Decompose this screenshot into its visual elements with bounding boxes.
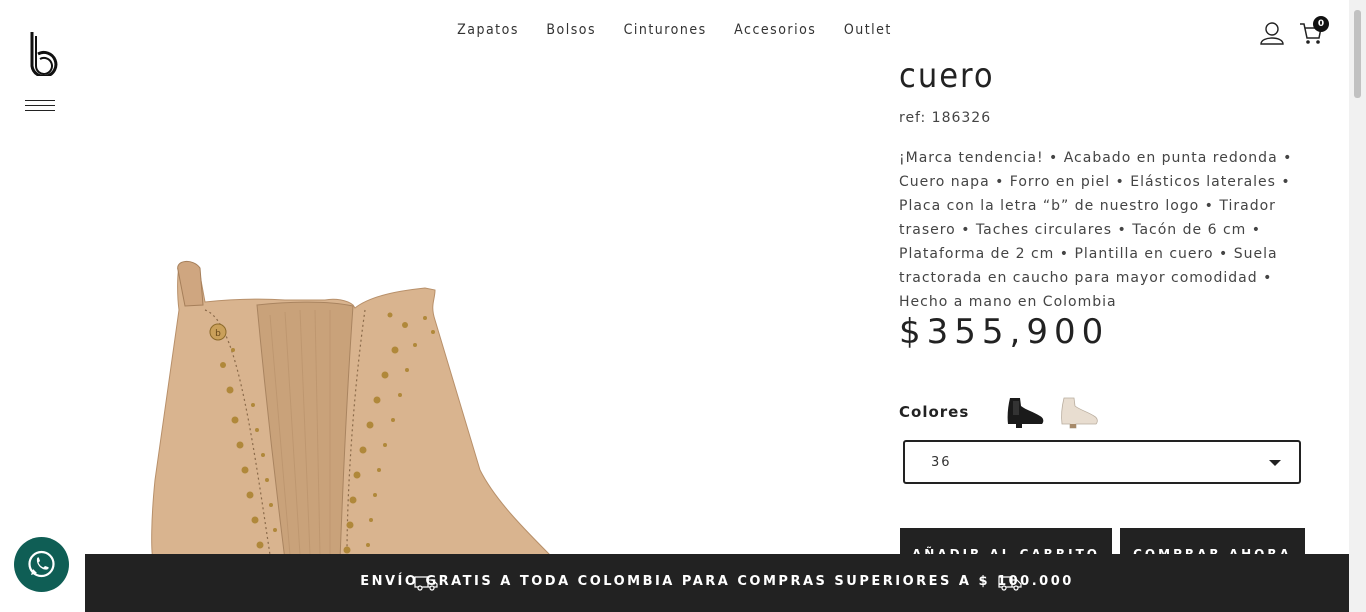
shipping-banner: ENVÍO GRATIS A TODA COLOMBIA PARA COMPRA… bbox=[85, 554, 1349, 612]
menu-icon[interactable] bbox=[25, 100, 55, 114]
whatsapp-icon bbox=[28, 550, 55, 578]
black-boot-icon[interactable] bbox=[1004, 394, 1046, 430]
truck-icon bbox=[998, 576, 1022, 591]
svg-text:b: b bbox=[215, 329, 221, 339]
nav-item-zapatos[interactable]: Zapatos bbox=[457, 22, 519, 38]
cart-count-badge: 0 bbox=[1313, 16, 1329, 32]
product-price: $355,900 bbox=[899, 312, 1110, 352]
product-title: cuero bbox=[899, 56, 995, 96]
nav-item-accesorios[interactable]: Accesorios bbox=[734, 22, 816, 38]
nav-item-bolsos[interactable]: Bolsos bbox=[546, 22, 596, 38]
product-image[interactable]: b bbox=[85, 60, 845, 560]
colors-label: Colores bbox=[899, 403, 970, 421]
main-nav: Zapatos Bolsos Cinturones Accesorios Out… bbox=[0, 22, 1349, 38]
scrollbar[interactable] bbox=[1349, 0, 1366, 612]
nav-item-cinturones[interactable]: Cinturones bbox=[624, 22, 707, 38]
scrollbar-thumb[interactable] bbox=[1354, 10, 1361, 98]
product-description: ¡Marca tendencia! • Acabado en punta red… bbox=[899, 150, 1293, 310]
chevron-down-icon bbox=[1269, 460, 1281, 466]
whatsapp-button[interactable] bbox=[14, 537, 69, 592]
cream-boot-icon[interactable] bbox=[1058, 394, 1100, 430]
user-icon[interactable] bbox=[1259, 21, 1285, 45]
size-select[interactable]: 36 bbox=[903, 440, 1301, 484]
shipping-text: ENVÍO GRATIS A TODA COLOMBIA PARA COMPRA… bbox=[360, 574, 1074, 589]
size-select-value: 36 bbox=[931, 455, 952, 470]
product-ref: ref: 186326 bbox=[899, 110, 992, 126]
nav-item-outlet[interactable]: Outlet bbox=[844, 22, 892, 38]
